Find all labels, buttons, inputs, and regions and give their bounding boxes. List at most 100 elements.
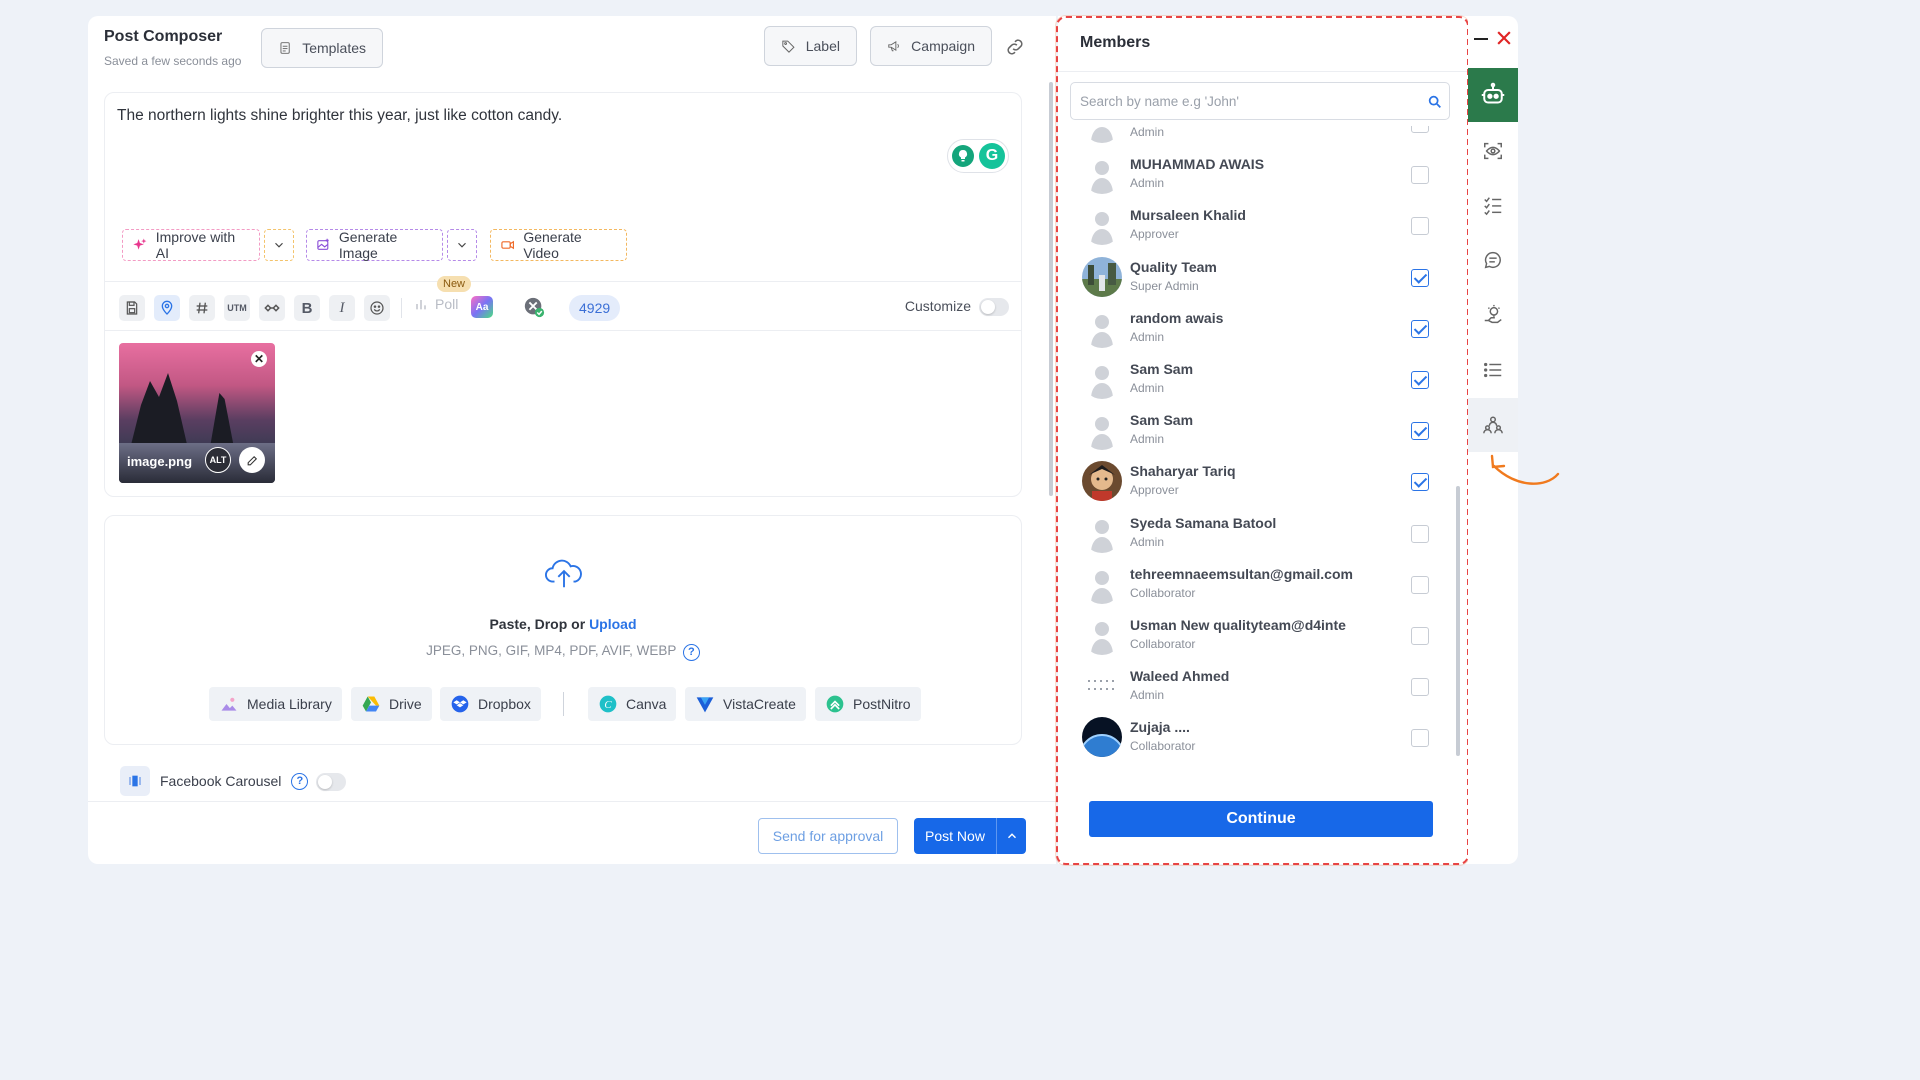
member-checkbox[interactable] <box>1411 473 1429 492</box>
carousel-toggle[interactable] <box>316 773 346 791</box>
minimize-icon[interactable] <box>1474 38 1488 40</box>
media-thumbnail[interactable]: ✕ image.png ALT <box>119 343 275 483</box>
post-options-button[interactable] <box>996 818 1026 854</box>
bold-icon[interactable]: B <box>294 295 320 321</box>
edit-media-icon[interactable] <box>239 447 265 473</box>
save-draft-icon[interactable] <box>119 295 145 321</box>
member-row[interactable]: Sam Sam Admin <box>1058 406 1456 457</box>
ai-assistant-button[interactable] <box>1468 68 1518 122</box>
canva-button[interactable]: C Canva <box>588 687 677 721</box>
close-icon[interactable] <box>1494 28 1514 48</box>
improve-dropdown-button[interactable] <box>264 229 294 261</box>
post-text-editor[interactable]: The northern lights shine brighter this … <box>117 107 562 125</box>
dropbox-button[interactable]: Dropbox <box>440 687 541 721</box>
help-icon[interactable]: ? <box>682 643 700 661</box>
member-row[interactable]: Syeda Samana Batool Admin <box>1058 509 1456 560</box>
member-checkbox[interactable] <box>1411 319 1429 338</box>
poll-button[interactable]: Poll <box>413 296 458 312</box>
sparkle-icon <box>133 238 147 250</box>
drive-button[interactable]: Drive <box>351 687 432 721</box>
idea-hand-icon[interactable] <box>1480 302 1506 328</box>
templates-button[interactable]: Templates <box>261 28 383 68</box>
new-badge: New <box>437 276 472 292</box>
media-library-button[interactable]: Media Library <box>209 687 342 721</box>
member-row[interactable]: Quality Team Super Admin <box>1058 253 1456 304</box>
composer-scrollbar[interactable] <box>1049 82 1053 496</box>
members-icon[interactable] <box>1480 412 1506 438</box>
generate-video-button[interactable]: Generate Video <box>490 229 627 261</box>
member-row[interactable]: Admin <box>1058 126 1456 150</box>
member-role: Admin <box>1130 688 1165 703</box>
label-button[interactable]: Label <box>764 26 857 66</box>
checklist-icon[interactable] <box>1480 192 1506 218</box>
x-verified-icon[interactable] <box>523 296 545 318</box>
grammarly-icon: G <box>979 143 1005 169</box>
member-checkbox[interactable] <box>1411 268 1429 287</box>
grammarly-widget[interactable]: G <box>947 139 1009 173</box>
member-row[interactable]: Usman New qualityteam@d4inte Collaborator <box>1058 611 1456 662</box>
member-checkbox[interactable] <box>1411 627 1429 645</box>
font-style-icon[interactable]: Aa <box>471 296 493 318</box>
generate-image-dropdown-button[interactable] <box>447 229 477 261</box>
italic-icon[interactable]: I <box>329 295 355 321</box>
member-row[interactable]: random awais Admin <box>1058 304 1456 355</box>
search-icon[interactable] <box>1427 94 1443 110</box>
member-row[interactable]: MUHAMMAD AWAIS Admin <box>1058 150 1456 201</box>
avatar <box>1082 154 1122 195</box>
member-checkbox[interactable] <box>1411 217 1429 236</box>
campaign-label: Campaign <box>911 38 975 54</box>
link-icon[interactable] <box>1004 36 1026 58</box>
campaign-button[interactable]: Campaign <box>870 26 992 66</box>
member-checkbox[interactable] <box>1411 575 1429 594</box>
member-list-scrollbar[interactable] <box>1456 486 1460 756</box>
location-pin-icon[interactable] <box>154 295 180 321</box>
alt-text-button[interactable]: ALT <box>205 447 231 473</box>
member-row[interactable]: Mursaleen Khalid Approver <box>1058 201 1456 252</box>
member-checkbox[interactable] <box>1411 126 1429 133</box>
member-checkbox[interactable] <box>1411 166 1429 185</box>
poll-label: Poll <box>435 296 459 312</box>
member-row[interactable]: Sam Sam Admin <box>1058 355 1456 406</box>
postnitro-button[interactable]: PostNitro <box>815 687 921 721</box>
member-row[interactable]: tehreemnaeemsultan@gmail.com Collaborator <box>1058 560 1456 611</box>
generate-image-button[interactable]: Generate Image <box>306 229 443 261</box>
member-checkbox[interactable] <box>1411 729 1429 748</box>
carousel-icon <box>120 766 150 796</box>
member-checkbox[interactable] <box>1411 524 1429 543</box>
hashtag-icon[interactable] <box>189 295 215 321</box>
image-generate-icon <box>317 238 329 250</box>
footer-divider <box>88 801 1056 802</box>
cloud-upload-icon <box>545 559 582 588</box>
upload-prompt-text: Paste, Drop or <box>489 616 586 632</box>
member-checkbox[interactable] <box>1411 678 1429 697</box>
member-role: Admin <box>1130 534 1165 549</box>
comment-icon[interactable] <box>1480 247 1506 273</box>
member-checkbox[interactable] <box>1411 371 1429 389</box>
post-now-button[interactable]: Post Now <box>914 818 1026 854</box>
continue-button[interactable]: Continue <box>1089 801 1433 837</box>
member-row[interactable]: Shaharyar Tariq Approver <box>1058 457 1456 508</box>
vistacreate-button[interactable]: VistaCreate <box>685 687 806 721</box>
infinity-icon[interactable] <box>259 295 285 321</box>
upload-link[interactable]: Upload <box>589 616 636 632</box>
send-for-approval-button[interactable]: Send for approval <box>758 818 898 854</box>
member-checkbox[interactable] <box>1411 422 1429 441</box>
customize-toggle[interactable] <box>979 298 1009 316</box>
postnitro-icon <box>826 695 844 713</box>
utm-icon[interactable]: UTM <box>224 295 250 321</box>
upload-dropzone[interactable]: Paste, Drop or Upload JPEG, PNG, GIF, MP… <box>104 515 1022 745</box>
list-icon[interactable] <box>1480 357 1506 383</box>
member-name: Sam Sam <box>1130 412 1194 429</box>
avatar <box>1082 205 1122 246</box>
member-search-input[interactable] <box>1071 83 1449 119</box>
eye-scan-icon[interactable] <box>1480 138 1506 164</box>
robot-icon <box>1481 82 1505 104</box>
member-search-box <box>1070 82 1450 120</box>
member-row[interactable]: Zujaja .... Collaborator <box>1058 713 1456 764</box>
improve-with-ai-button[interactable]: Improve with AI <box>122 229 260 261</box>
emoji-icon[interactable] <box>364 295 390 321</box>
member-row[interactable]: Waleed Ahmed Admin <box>1058 662 1456 713</box>
help-icon[interactable]: ? <box>291 772 309 790</box>
chevron-down-icon <box>458 242 466 248</box>
remove-media-icon[interactable]: ✕ <box>251 351 267 367</box>
